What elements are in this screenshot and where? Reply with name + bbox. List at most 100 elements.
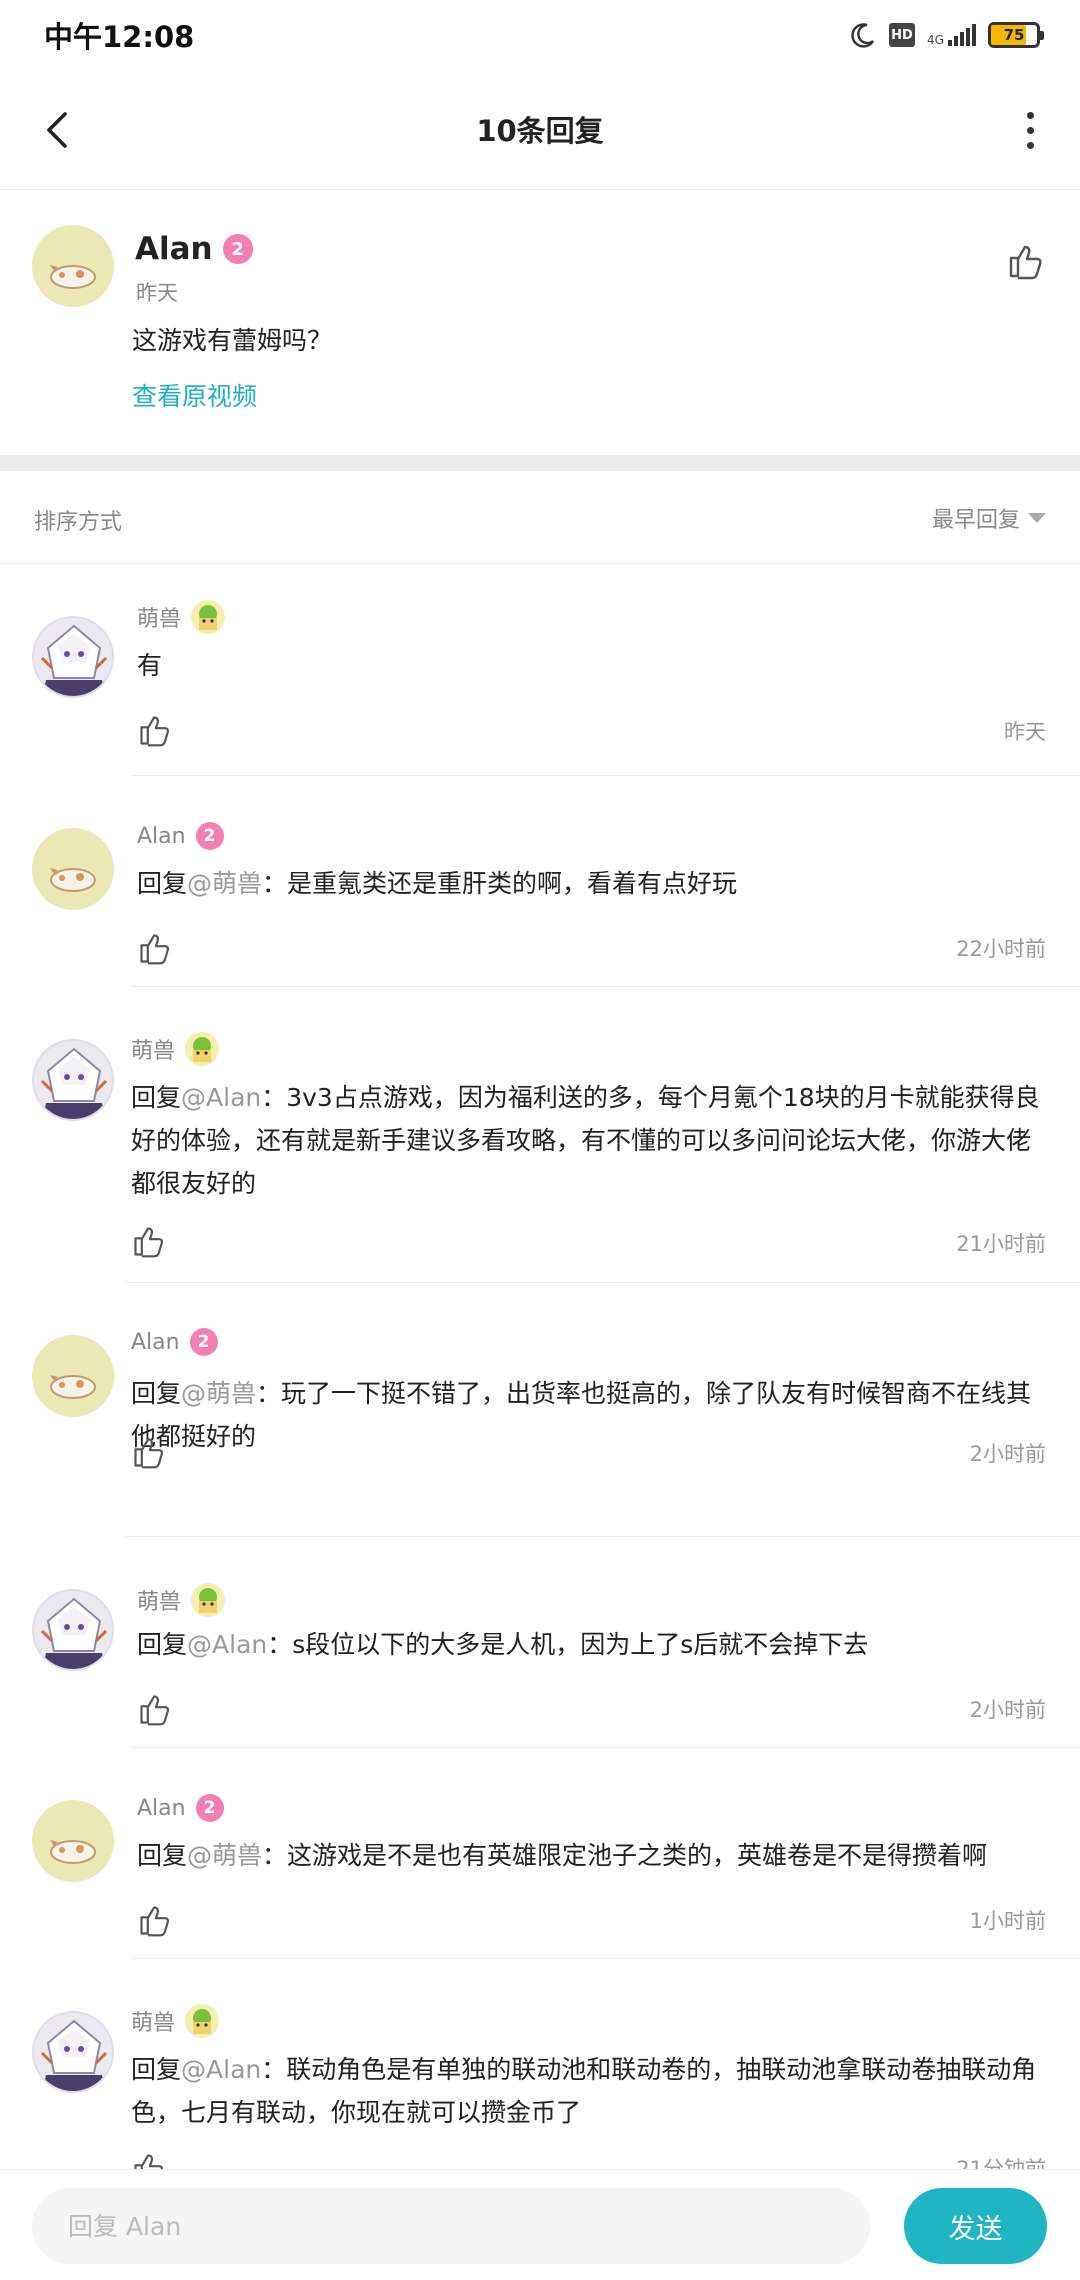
reply-text: 回复@萌兽：这游戏是不是也有英雄限定池子之类的，英雄卷是不是得攒着啊: [137, 1834, 1057, 1877]
battery-icon: 75: [988, 22, 1044, 48]
avatar[interactable]: [32, 1039, 114, 1121]
anime-avatar-icon: [40, 2019, 108, 2091]
reply-input[interactable]: [32, 2188, 870, 2264]
mention-link[interactable]: @Alan: [187, 1630, 267, 1659]
avatar[interactable]: [32, 828, 114, 910]
reply-item: 萌兽 回复@Alan：s段位以下的大多是人机，因为上了s后就不会掉下去 2小时前: [0, 1537, 1080, 1748]
reply-author-name: Alan: [131, 1329, 180, 1355]
like-button[interactable]: [137, 1691, 173, 1727]
mention-link[interactable]: @Alan: [181, 1083, 261, 1112]
cat-avatar-icon: [50, 265, 96, 289]
reply-time: 2小时前: [969, 1698, 1046, 1722]
reply-item: 萌兽 回复@Alan：3v3占点游戏，因为福利送的多，每个月氪个18块的月卡就能…: [0, 987, 1080, 1283]
like-button[interactable]: [137, 930, 173, 966]
like-button[interactable]: [131, 1434, 167, 1470]
like-button[interactable]: [137, 712, 173, 748]
reply-author[interactable]: 萌兽: [137, 600, 226, 634]
avatar[interactable]: [32, 616, 114, 698]
reply-item: 萌兽 有 昨天: [0, 564, 1080, 776]
avatar[interactable]: [32, 1800, 114, 1882]
level-badge: 2: [222, 234, 253, 264]
cat-avatar-icon: [50, 868, 96, 892]
like-button[interactable]: [131, 1223, 167, 1259]
anime-avatar-icon: [40, 624, 108, 696]
reply-time: 昨天: [1004, 720, 1046, 744]
reply-body: ：s段位以下的大多是人机，因为上了s后就不会掉下去: [267, 1630, 869, 1659]
avatar[interactable]: [32, 1589, 114, 1671]
reply-body: ：3v3占点游戏，因为福利送的多，每个月氪个18块的月卡就能获得良好的体验，还有…: [131, 1083, 1040, 1198]
thumbs-up-icon: [134, 1227, 164, 1258]
status-bar: 中午12:08 HD 4G 75: [0, 0, 1080, 70]
section-divider: [0, 455, 1080, 471]
signal-icon: [948, 24, 976, 46]
send-button[interactable]: 发送: [904, 2188, 1047, 2264]
reply-author[interactable]: 萌兽: [131, 1032, 220, 1066]
reply-body: ：这游戏是不是也有英雄限定池子之类的，英雄卷是不是得攒着啊: [262, 1841, 988, 1870]
author-name[interactable]: Alan 2: [135, 231, 253, 267]
reply-body: ：联动角色是有单独的联动池和联动卷的，抽联动池拿联动卷抽联动角色，七月有联动，你…: [131, 2055, 1037, 2127]
reply-item: Alan 2 回复@萌兽：玩了一下挺不错了，出货率也挺高的，除了队友有时候智商不在…: [0, 1283, 1080, 1537]
status-icons: HD 4G 75: [849, 18, 1044, 52]
status-time: 中午12:08: [44, 20, 195, 54]
level-badge: 2: [189, 1328, 218, 1356]
avatar[interactable]: [32, 1335, 114, 1417]
more-button[interactable]: [1008, 100, 1052, 160]
reply-item: Alan 2 回复@萌兽：这游戏是不是也有英雄限定池子之类的，英雄卷是不是得攒着啊…: [0, 1748, 1080, 1959]
pixel-badge-icon: [185, 1032, 220, 1066]
pixel-badge-icon: [191, 1583, 226, 1617]
level-badge: 2: [195, 1794, 224, 1822]
top-nav-bar: 10条回复: [0, 70, 1080, 190]
reply-author[interactable]: 萌兽: [131, 2004, 220, 2038]
mention-link[interactable]: @萌兽: [187, 1841, 262, 1870]
like-button[interactable]: [1006, 241, 1046, 281]
thumbs-up-icon: [140, 1906, 170, 1937]
mention-link[interactable]: @萌兽: [187, 869, 262, 898]
mention-link[interactable]: @Alan: [181, 2055, 261, 2084]
comment-text: 这游戏有蕾姆吗？: [132, 326, 333, 355]
reply-prefix: 回复: [137, 1630, 188, 1659]
reply-author-name: Alan: [137, 823, 186, 849]
avatar[interactable]: [32, 225, 114, 307]
reply-time: 2小时前: [969, 1442, 1046, 1466]
view-original-video-link[interactable]: 查看原视频: [132, 377, 257, 413]
reply-author-name: 萌兽: [137, 1590, 182, 1615]
reply-prefix: 回复: [131, 1083, 182, 1112]
mention-link[interactable]: @萌兽: [181, 1379, 256, 1408]
reply-author[interactable]: 萌兽: [137, 1583, 226, 1617]
reply-item: Alan 2 回复@萌兽：是重氪类还是重肝类的啊，看着有点好玩 22小时前: [0, 776, 1080, 987]
reply-text: 回复@萌兽：玩了一下挺不错了，出货率也挺高的，除了队友有时候智商不在线其他都挺好…: [131, 1372, 1051, 1458]
level-badge: 2: [195, 822, 224, 850]
reply-time: 1小时前: [969, 1909, 1046, 1933]
reply-prefix: 回复: [137, 1841, 188, 1870]
thumbs-up-icon: [140, 716, 170, 747]
reply-prefix: 回复: [137, 869, 188, 898]
avatar[interactable]: [32, 2011, 114, 2093]
network-indicator: 4G: [927, 24, 976, 46]
sort-bar: 排序方式 最早回复: [0, 471, 1080, 564]
reply-text: 回复@Alan：s段位以下的大多是人机，因为上了s后就不会掉下去: [137, 1623, 1057, 1666]
page-title: 10条回复: [476, 114, 604, 148]
sort-label: 排序方式: [34, 510, 123, 535]
reply-text: 有: [137, 644, 1057, 687]
reply-author-name: Alan: [137, 1795, 186, 1821]
reply-author[interactable]: Alan 2: [137, 1794, 224, 1822]
like-button[interactable]: [137, 1902, 173, 1938]
thumbs-up-icon: [134, 1438, 164, 1469]
author-name-text: Alan: [135, 231, 213, 267]
moon-icon: [851, 23, 875, 48]
cat-avatar-icon: [50, 1375, 96, 1399]
dropdown-triangle-icon: [1028, 513, 1046, 523]
reply-author-name: 萌兽: [131, 2011, 176, 2036]
anime-avatar-icon: [40, 1047, 108, 1119]
reply-author-name: 萌兽: [131, 1039, 176, 1064]
reply-author[interactable]: Alan 2: [131, 1328, 218, 1356]
network-type: 4G: [927, 33, 944, 47]
reply-author[interactable]: Alan 2: [137, 822, 224, 850]
reply-text: 回复@Alan：3v3占点游戏，因为福利送的多，每个月氪个18块的月卡就能获得良…: [131, 1076, 1051, 1205]
anime-avatar-icon: [40, 1597, 108, 1669]
more-vertical-icon: [1026, 111, 1034, 119]
sort-dropdown[interactable]: 最早回复: [932, 502, 1046, 534]
pixel-badge-icon: [191, 600, 226, 634]
cat-avatar-icon: [50, 1840, 96, 1864]
battery-level: 75: [1003, 26, 1025, 44]
